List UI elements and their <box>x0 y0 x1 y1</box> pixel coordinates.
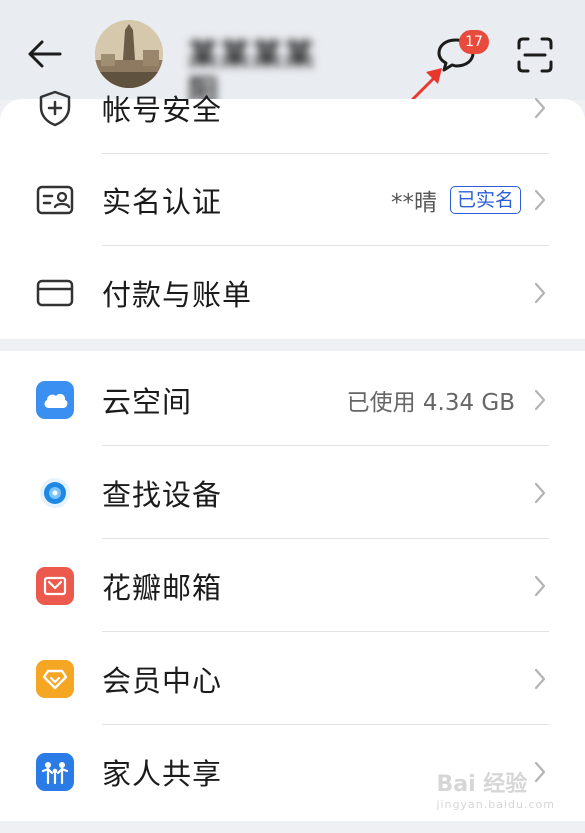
row-label: 花瓣邮箱 <box>102 570 223 605</box>
row-label: 查找设备 <box>102 477 223 512</box>
account-center-page: 某某某某阳 17 帐号安全 实名认证 **晴 已实名 付款与账单 云空间 已使用… <box>0 0 585 833</box>
verified-badge: 已实名 <box>449 185 521 214</box>
chevron-right-icon <box>534 575 546 596</box>
cloud-icon <box>36 380 74 419</box>
mail-icon-wrap <box>36 566 74 605</box>
row-label: 家人共享 <box>102 756 223 791</box>
watermark: Bai 经验 jingyan.baidu.com <box>436 766 555 811</box>
row-label: 付款与账单 <box>102 277 253 312</box>
masked-name: **晴 <box>391 189 437 216</box>
shield-plus-icon <box>36 89 74 127</box>
chevron-right-icon <box>534 389 546 410</box>
row-label: 云空间 <box>102 384 193 419</box>
row-find-device[interactable]: 查找设备 <box>0 446 585 539</box>
chevron-right-icon <box>534 282 546 303</box>
row-member-center[interactable]: 会员中心 <box>0 632 585 725</box>
family-icon <box>36 752 74 791</box>
row-petal-mail[interactable]: 花瓣邮箱 <box>0 539 585 632</box>
message-count-badge: 17 <box>459 30 489 54</box>
row-real-name-verification[interactable]: 实名认证 **晴 已实名 <box>0 153 585 246</box>
id-card-icon <box>36 181 74 219</box>
chevron-right-icon <box>534 97 546 118</box>
member-diamond-icon <box>36 659 74 698</box>
mail-icon <box>36 566 74 605</box>
family-icon-wrap <box>36 752 74 791</box>
card-icon <box>36 274 74 312</box>
services-card: 云空间 已使用 4.34 GB 查找设备 花瓣邮箱 会员中心 家人共享 <box>0 351 585 821</box>
row-account-security[interactable]: 帐号安全 <box>0 61 585 154</box>
watermark-sub: jingyan.baidu.com <box>436 798 555 811</box>
chevron-right-icon <box>534 189 546 210</box>
chevron-right-icon <box>534 482 546 503</box>
row-cloud-space[interactable]: 云空间 已使用 4.34 GB <box>0 353 585 446</box>
account-settings-card: 帐号安全 实名认证 **晴 已实名 付款与账单 <box>0 90 585 339</box>
watermark-brand: Bai 经验 <box>436 772 528 797</box>
chevron-right-icon <box>534 668 546 689</box>
find-device-icon-wrap <box>36 473 74 512</box>
row-label: 会员中心 <box>102 663 223 698</box>
row-payments-billing[interactable]: 付款与账单 <box>0 246 585 339</box>
row-label: 实名认证 <box>102 184 223 219</box>
member-icon-wrap <box>36 659 74 698</box>
cloud-icon-wrap <box>36 380 74 419</box>
row-label: 帐号安全 <box>102 92 223 127</box>
find-device-icon <box>36 473 74 512</box>
storage-usage: 已使用 4.34 GB <box>346 389 515 416</box>
